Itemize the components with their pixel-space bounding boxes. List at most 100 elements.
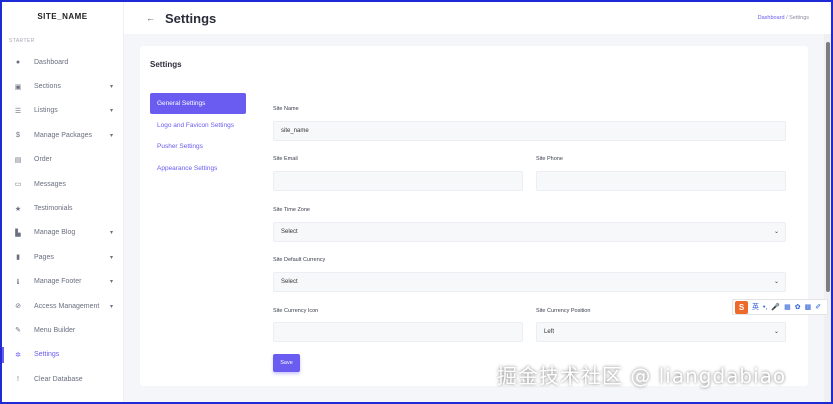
site-phone-input[interactable] [536, 171, 786, 191]
chevron-down-icon: ⌄ [773, 229, 779, 235]
listings-icon: ☰ [14, 107, 22, 115]
chevron-down-icon: ▾ [109, 108, 113, 115]
tab-logo-favicon-settings[interactable]: Logo and Favicon Settings [150, 115, 246, 136]
sidebar-item-settings[interactable]: ✲ Settings [2, 343, 123, 367]
site-currency-position-label: Site Currency Position [536, 308, 591, 314]
gear-icon: ✲ [15, 351, 21, 359]
dollar-icon: $ [16, 131, 20, 139]
site-name-label: Site Name [273, 106, 299, 112]
ban-icon: ⊘ [15, 303, 21, 311]
ime-mic-icon[interactable]: 🎤 [771, 303, 780, 311]
star-icon: ★ [14, 205, 22, 213]
sidebar-item-manage-packages[interactable]: $ Manage Packages ▾ [2, 123, 123, 147]
site-phone-label: Site Phone [536, 156, 563, 162]
sidebar-item-label: Settings [34, 351, 60, 359]
chevron-down-icon: ▾ [109, 230, 113, 237]
sidebar-item-label: Testimonials [34, 205, 73, 213]
site-time-zone-label: Site Time Zone [273, 207, 310, 213]
sidebar-item-dashboard[interactable]: ● Dashboard [2, 50, 123, 74]
site-currency-position-value: Left [544, 329, 555, 335]
chevron-down-icon: ▾ [109, 279, 113, 286]
tab-pusher-settings[interactable]: Pusher Settings [150, 136, 246, 157]
ime-skin-icon[interactable]: ✿ [795, 303, 801, 311]
site-time-zone-select[interactable]: Select ⌄ [273, 222, 786, 242]
tab-appearance-settings[interactable]: Appearance Settings [150, 158, 246, 179]
ime-keyboard-icon[interactable]: ▦ [784, 303, 791, 311]
sidebar-item-menu-builder[interactable]: ✎ Menu Builder [2, 318, 123, 342]
ime-menu-icon[interactable]: ✐ [815, 303, 821, 311]
ime-toolbox-icon[interactable]: ▩ [805, 303, 812, 311]
chevron-down-icon: ▾ [109, 303, 113, 310]
sidebar-section-label: STARTER [9, 38, 35, 44]
sidebar-item-label: Sections [34, 83, 61, 91]
sidebar-item-access-management[interactable]: ⊘ Access Management ▾ [2, 294, 123, 318]
card-title: Settings [150, 60, 182, 69]
sidebar-item-label: Order [34, 156, 52, 164]
ime-punctuation-icon[interactable]: •, [763, 304, 767, 311]
brand-logo[interactable]: SITE_NAME [2, 2, 123, 32]
chevron-down-icon: ⌄ [773, 279, 779, 285]
breadcrumb: Dashboard / Settings [758, 15, 809, 21]
page-title: Settings [165, 10, 217, 26]
wrench-icon: ✎ [15, 327, 21, 335]
watermark-text: 掘金技术社区 @ liangdabiao [497, 364, 787, 388]
breadcrumb-separator: / [786, 15, 788, 21]
ime-lang-toggle[interactable]: 英 [752, 302, 759, 312]
site-name-input[interactable]: site_name [273, 121, 786, 141]
main-content: Settings General Settings Logo and Favic… [124, 34, 824, 402]
sidebar-item-testimonials[interactable]: ★ Testimonials [2, 196, 123, 220]
save-button[interactable]: Save [273, 354, 300, 372]
sidebar: SITE_NAME STARTER ● Dashboard ▣ Sections ▾ ☰ L… [2, 2, 124, 402]
chevron-down-icon: ▾ [109, 84, 113, 91]
settings-card: Settings General Settings Logo and Favic… [140, 46, 808, 386]
tab-general-settings[interactable]: General Settings [150, 93, 246, 114]
back-arrow-icon[interactable]: ← [146, 13, 156, 23]
sidebar-item-label: Manage Footer [34, 278, 82, 286]
site-email-input[interactable] [273, 171, 523, 191]
sections-icon: ▣ [14, 83, 22, 91]
site-email-label: Site Email [273, 156, 298, 162]
ime-logo-icon[interactable]: S [735, 300, 748, 314]
blog-icon: ▙ [15, 229, 21, 237]
sidebar-item-label: Pages [34, 253, 54, 261]
sidebar-item-label: Menu Builder [34, 326, 76, 334]
sidebar-item-manage-blog[interactable]: ▙ Manage Blog ▾ [2, 221, 123, 245]
site-currency-icon-input[interactable] [273, 322, 523, 342]
site-currency-position-select[interactable]: Left ⌄ [536, 322, 786, 342]
sidebar-item-label: Listings [34, 107, 58, 115]
chevron-down-icon: ▾ [109, 132, 113, 139]
exclamation-icon: ! [17, 375, 19, 383]
sidebar-item-label: Manage Packages [34, 131, 92, 139]
sidebar-item-manage-footer[interactable]: ℹ Manage Footer ▾ [2, 270, 123, 294]
info-icon: ℹ [16, 278, 20, 286]
sidebar-item-pages[interactable]: ▮ Pages ▾ [2, 245, 123, 269]
sidebar-item-messages[interactable]: ▭ Messages [2, 172, 123, 196]
breadcrumb-current: Settings [789, 15, 809, 21]
sidebar-nav: ● Dashboard ▣ Sections ▾ ☰ Listings ▾ $ Manage Pa… [2, 50, 123, 391]
site-default-currency-select[interactable]: Select ⌄ [273, 272, 786, 292]
site-default-currency-label: Site Default Currency [273, 257, 326, 263]
scrollbar-thumb[interactable] [825, 42, 830, 292]
dashboard-icon: ● [15, 58, 21, 66]
sidebar-item-label: Dashboard [34, 58, 69, 66]
sidebar-item-label: Manage Blog [34, 229, 76, 237]
sidebar-item-order[interactable]: ▤ Order [2, 148, 123, 172]
pages-icon: ▮ [16, 254, 20, 262]
sidebar-item-listings[interactable]: ☰ Listings ▾ [2, 99, 123, 123]
inbox-icon: ▭ [14, 181, 22, 189]
sidebar-item-label: Messages [34, 180, 66, 188]
page-scrollbar[interactable] [824, 34, 831, 402]
top-header: ← Settings Dashboard / Settings [124, 2, 831, 34]
sidebar-item-label: Clear Database [34, 375, 83, 383]
sidebar-item-clear-database[interactable]: ! Clear Database [2, 367, 123, 391]
chevron-down-icon: ⌄ [773, 329, 779, 335]
sidebar-item-label: Access Management [34, 302, 100, 310]
site-currency-icon-label: Site Currency Icon [273, 308, 319, 314]
ime-toolbar: S 英 •, 🎤 ▦ ✿ ▩ ✐ [732, 299, 828, 315]
cart-icon: ▤ [14, 156, 22, 164]
sidebar-item-sections[interactable]: ▣ Sections ▾ [2, 74, 123, 98]
chevron-down-icon: ▾ [109, 254, 113, 261]
site-default-currency-value: Select [281, 279, 298, 285]
breadcrumb-dashboard-link[interactable]: Dashboard [758, 15, 785, 21]
site-time-zone-value: Select [281, 229, 298, 235]
